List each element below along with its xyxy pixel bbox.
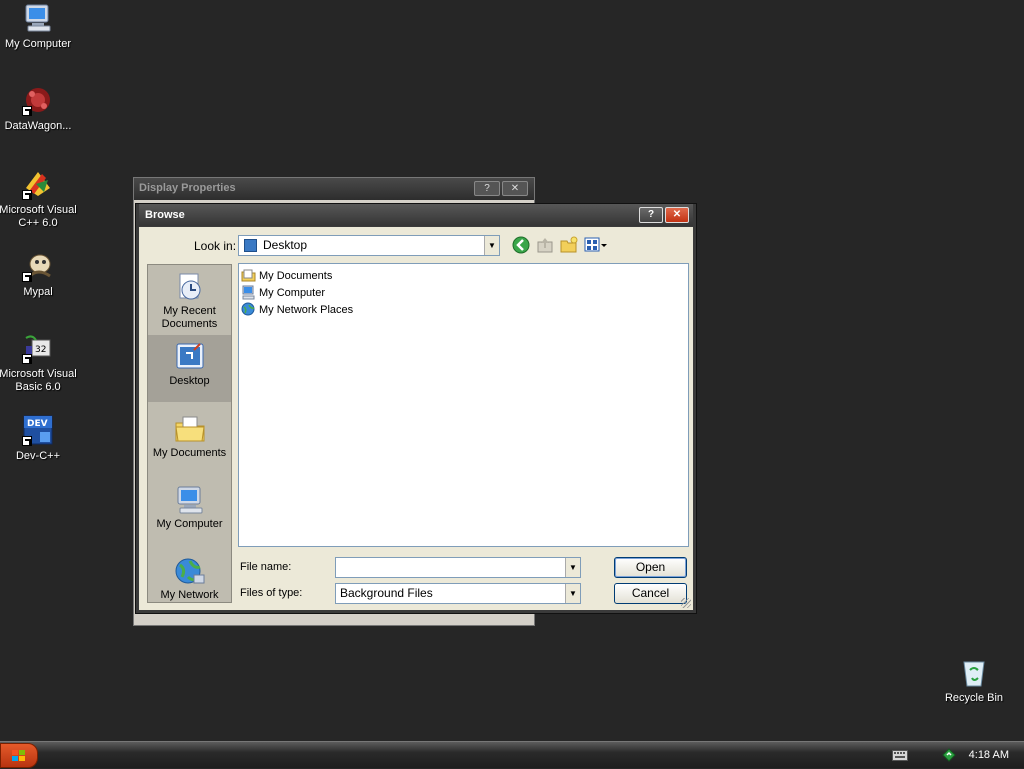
close-button[interactable]: ✕ — [502, 181, 528, 196]
computer-icon — [241, 285, 256, 300]
visual-basic-icon: 32 — [22, 332, 54, 364]
dialog-client-area: Look in: Desktop ▼ My Recent Documents D… — [139, 227, 693, 610]
list-item[interactable]: My Computer — [241, 284, 686, 301]
folder-icon — [241, 268, 256, 283]
place-my-computer[interactable]: My Computer — [148, 478, 231, 545]
place-my-network[interactable]: My Network — [148, 549, 231, 602]
computer-icon — [22, 2, 54, 34]
network-tray-icon[interactable] — [942, 748, 956, 762]
computer-icon — [174, 484, 206, 516]
svg-text:DEV: DEV — [27, 419, 48, 429]
svg-text:32: 32 — [35, 345, 46, 355]
desktop-icon-datawagon[interactable]: DataWagon... — [0, 84, 78, 133]
desktop-icon-recycle-bin[interactable]: Recycle Bin — [934, 656, 1014, 705]
browse-titlebar[interactable]: Browse ? ✕ — [139, 204, 693, 226]
list-item[interactable]: My Network Places — [241, 301, 686, 318]
help-button[interactable]: ? — [639, 207, 663, 223]
chevron-down-icon[interactable]: ▼ — [565, 584, 580, 603]
desktop-icon-visual-basic[interactable]: 32 Microsoft Visual Basic 6.0 — [0, 332, 78, 394]
recycle-bin-icon — [958, 656, 990, 688]
up-folder-icon[interactable] — [536, 236, 554, 254]
shortcut-arrow-icon — [22, 436, 32, 446]
place-label: My Computer — [156, 518, 223, 530]
browse-dialog[interactable]: Browse ? ✕ Look in: Desktop ▼ My Recent … — [135, 203, 697, 614]
recent-documents-icon — [174, 271, 206, 303]
desktop-icon — [244, 239, 257, 252]
file-name-dropdown[interactable]: ▼ — [565, 557, 581, 578]
look-in-label: Look in: — [194, 239, 237, 253]
visual-cpp-icon — [22, 168, 54, 200]
desktop-icon-label: Recycle Bin — [944, 692, 1004, 704]
open-button[interactable]: Open — [614, 557, 687, 578]
desktop-icon-visual-cpp[interactable]: Microsoft Visual C++ 6.0 — [0, 168, 78, 230]
desktop-icon-my-computer[interactable]: My Computer — [0, 2, 78, 51]
file-name: My Computer — [259, 286, 326, 299]
files-of-type-label: Files of type: — [240, 587, 303, 599]
desktop-icon-label: Dev-C++ — [15, 450, 61, 462]
desktop-icon-label: Microsoft Visual Basic 6.0 — [0, 368, 77, 393]
mypal-icon — [22, 250, 54, 282]
system-tray: 4:18 AM — [884, 742, 1024, 769]
taskbar: 4:18 AM — [0, 741, 1024, 768]
desktop-icon-mypal[interactable]: Mypal — [0, 250, 78, 299]
list-item[interactable]: My Documents — [241, 267, 686, 284]
desktop-icon-label: Microsoft Visual C++ 6.0 — [0, 204, 77, 229]
place-desktop[interactable]: Desktop — [148, 335, 231, 402]
windows-logo-icon — [12, 750, 26, 763]
file-name-label: File name: — [240, 561, 292, 573]
file-name: My Documents — [259, 269, 333, 282]
back-icon[interactable] — [512, 236, 530, 254]
datawagon-icon — [22, 84, 54, 116]
desktop-icon-label: Mypal — [23, 286, 53, 298]
look-in-value: Desktop — [263, 238, 308, 252]
start-button[interactable] — [0, 743, 38, 768]
files-of-type-value: Background Files — [340, 586, 433, 600]
place-label: My Documents — [152, 447, 227, 459]
cancel-button[interactable]: Cancel — [614, 583, 687, 604]
help-button[interactable]: ? — [474, 181, 500, 196]
desktop-icon-devcpp[interactable]: DEV Dev-C++ — [0, 414, 78, 463]
shortcut-arrow-icon — [22, 190, 32, 200]
chevron-down-icon[interactable]: ▼ — [565, 558, 580, 577]
place-label: My Recent Documents — [161, 305, 218, 330]
resize-grip[interactable] — [681, 598, 691, 608]
new-folder-icon[interactable] — [560, 236, 578, 254]
keyboard-icon[interactable] — [892, 750, 908, 761]
shortcut-arrow-icon — [22, 106, 32, 116]
places-bar: My Recent Documents Desktop My Documents… — [147, 264, 232, 603]
look-in-combo[interactable]: Desktop ▼ — [238, 235, 500, 256]
network-icon — [174, 555, 206, 587]
chevron-down-icon[interactable]: ▼ — [484, 236, 499, 255]
network-icon — [241, 302, 256, 317]
file-name-input[interactable] — [335, 557, 581, 578]
devcpp-icon: DEV — [22, 414, 54, 446]
place-my-documents[interactable]: My Documents — [148, 407, 231, 474]
place-recent-documents[interactable]: My Recent Documents — [148, 265, 231, 332]
place-label: Desktop — [169, 375, 210, 387]
shortcut-arrow-icon — [22, 354, 32, 364]
desktop-icon-label: DataWagon... — [4, 120, 72, 132]
view-menu-icon[interactable] — [584, 236, 608, 254]
dialog-title: Browse — [145, 209, 185, 221]
file-list[interactable]: My Documents My Computer My Network Plac… — [238, 263, 689, 547]
window-title: Display Properties — [139, 182, 236, 194]
my-documents-icon — [174, 413, 206, 445]
desktop-icon — [174, 341, 206, 373]
close-button[interactable]: ✕ — [665, 207, 689, 223]
desktop-icon-label: My Computer — [4, 38, 72, 50]
shortcut-arrow-icon — [22, 272, 32, 282]
file-name: My Network Places — [259, 303, 354, 316]
place-label: My Network — [160, 589, 219, 601]
clock[interactable]: 4:18 AM — [969, 749, 1009, 761]
files-of-type-combo[interactable]: Background Files ▼ — [335, 583, 581, 604]
